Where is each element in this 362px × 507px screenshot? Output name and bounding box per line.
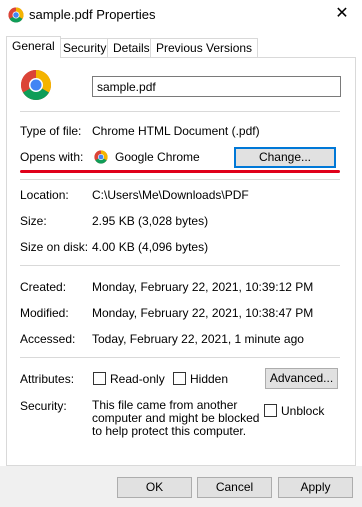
- tab-security-label: Security: [63, 41, 107, 55]
- created-value: Monday, February 22, 2021, 10:39:12 PM: [92, 280, 314, 294]
- close-button[interactable]: ✕: [330, 2, 354, 26]
- size-value: 2.95 KB (3,028 bytes): [92, 214, 209, 228]
- cancel-button[interactable]: Cancel: [197, 477, 272, 498]
- chrome-icon: [20, 70, 52, 101]
- modified-value: Monday, February 22, 2021, 10:38:47 PM: [92, 306, 314, 320]
- location-value: C:\Users\Me\Downloads\PDF: [92, 188, 249, 202]
- hidden-label: Hidden: [190, 372, 229, 386]
- divider: [20, 265, 340, 266]
- tab-strip: General Security Details Previous Versio…: [0, 36, 362, 58]
- tab-previous-versions-label: Previous Versions: [156, 41, 253, 55]
- location-label: Location:: [20, 188, 69, 202]
- tab-security[interactable]: Security: [57, 38, 113, 57]
- close-icon: ✕: [335, 5, 349, 22]
- security-message: This file came from another computer and…: [92, 398, 260, 438]
- type-of-file-label: Type of file:: [20, 124, 82, 138]
- opens-with-label: Opens with:: [20, 150, 84, 164]
- opens-with-app: Google Chrome: [115, 150, 200, 164]
- unblock-label: Unblock: [281, 404, 325, 418]
- read-only-label: Read-only: [110, 372, 165, 386]
- tab-general-label: General: [12, 39, 55, 53]
- modified-label: Modified:: [20, 306, 69, 320]
- divider: [20, 357, 340, 358]
- chrome-icon: [8, 7, 24, 23]
- change-button[interactable]: Change...: [234, 147, 336, 168]
- tab-details-label: Details: [113, 41, 150, 55]
- created-label: Created:: [20, 280, 67, 294]
- size-label: Size:: [20, 214, 47, 228]
- attributes-label: Attributes:: [20, 372, 75, 386]
- highlight-underline: [20, 170, 340, 173]
- security-label: Security:: [20, 399, 67, 413]
- size-on-disk-label: Size on disk:: [20, 240, 89, 254]
- tab-previous-versions[interactable]: Previous Versions: [150, 38, 259, 57]
- apply-button[interactable]: Apply: [278, 477, 353, 498]
- type-of-file-value: Chrome HTML Document (.pdf): [92, 124, 260, 138]
- tab-general[interactable]: General: [6, 36, 61, 58]
- ok-button[interactable]: OK: [117, 477, 192, 498]
- hidden-checkbox[interactable]: [173, 372, 186, 385]
- unblock-checkbox[interactable]: [264, 404, 277, 417]
- file-name-input[interactable]: [92, 76, 341, 97]
- advanced-button[interactable]: Advanced...: [265, 368, 338, 389]
- title-bar: sample.pdf Properties ✕: [0, 0, 362, 30]
- size-on-disk-value: 4.00 KB (4,096 bytes): [92, 240, 209, 254]
- accessed-value: Today, February 22, 2021, 1 minute ago: [92, 332, 304, 346]
- accessed-label: Accessed:: [20, 332, 76, 346]
- divider: [20, 111, 340, 112]
- window-title: sample.pdf Properties: [29, 7, 156, 22]
- read-only-checkbox[interactable]: [93, 372, 106, 385]
- tab-details[interactable]: Details: [107, 38, 156, 57]
- divider: [20, 179, 340, 180]
- chrome-icon: [94, 150, 108, 164]
